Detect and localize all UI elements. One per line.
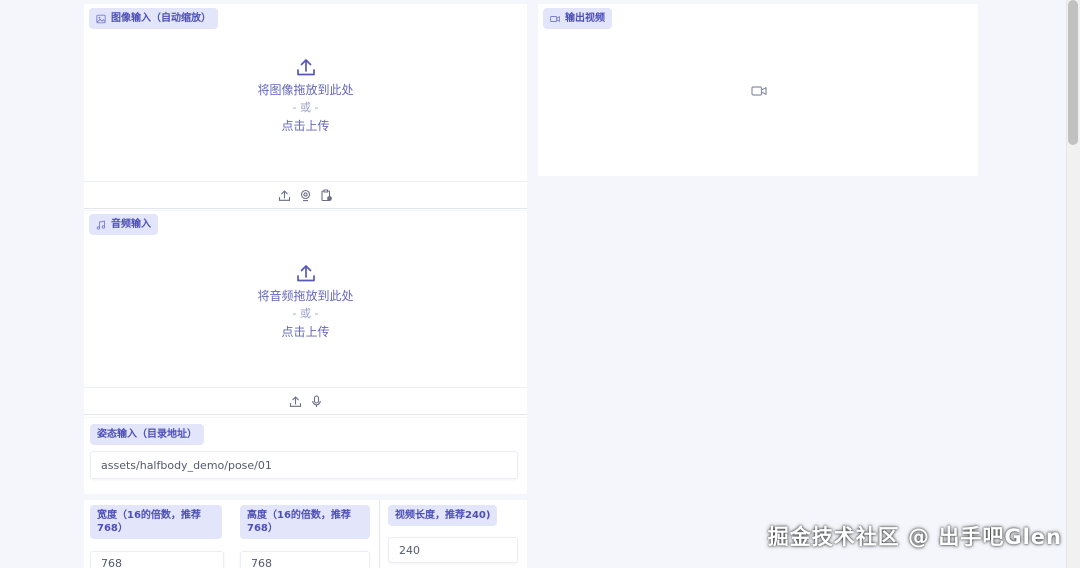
length-input-label-text: 视频长度，推荐240) [395, 510, 491, 521]
upload-source-icon[interactable] [289, 395, 302, 408]
pose-path-value: assets/halfbody_demo/pose/01 [101, 458, 272, 472]
clipboard-source-icon[interactable] [320, 189, 333, 202]
upload-source-icon[interactable] [278, 189, 291, 202]
output-video-label: 输出视频 [543, 8, 612, 29]
column-divider [379, 500, 380, 568]
upload-icon [296, 59, 315, 76]
scrollbar-thumb[interactable] [1068, 0, 1078, 145]
length-input-label: 视频长度，推荐240) [388, 505, 498, 526]
pose-input-panel: 姿态输入（目录地址） assets/halfbody_demo/pose/01 [84, 418, 527, 494]
audio-input-label: 音频输入 [89, 214, 158, 235]
pose-input-label-text: 姿态输入（目录地址） [97, 429, 197, 440]
image-drop-text: 将图像拖放到此处 [257, 83, 354, 97]
audio-source-toolbar [84, 387, 527, 415]
webcam-source-icon[interactable] [299, 189, 312, 202]
watermark: 掘金技术社区 @ 出手吧Glen [767, 525, 1062, 549]
audio-input-panel: 音频输入 将音频拖放到此处 - 或 - 点击上传 [84, 211, 527, 417]
image-input-panel: 图像输入（自动缩放） 将图像拖放到此处 - 或 - 点击上传 [84, 4, 527, 210]
image-icon [96, 14, 106, 24]
width-value: 768 [101, 556, 122, 568]
image-input-label-text: 图像输入（自动缩放） [111, 13, 211, 24]
height-value: 768 [251, 556, 272, 568]
length-input-group: 视频长度，推荐240) 240 [388, 505, 522, 568]
length-field[interactable]: 240 [388, 537, 518, 563]
height-field[interactable]: 768 [240, 551, 370, 568]
upload-icon [296, 265, 315, 282]
length-value: 240 [399, 543, 420, 557]
microphone-source-icon[interactable] [310, 394, 323, 408]
image-source-toolbar [84, 181, 527, 209]
audio-drop-text: 将音频拖放到此处 [257, 289, 354, 303]
height-input-label-text: 高度（16的倍数，推荐768） [247, 510, 351, 534]
audio-drop-zone[interactable]: 将音频拖放到此处 - 或 - 点击上传 [84, 262, 527, 341]
music-icon [96, 219, 106, 230]
image-drop-zone[interactable]: 将图像拖放到此处 - 或 - 点击上传 [84, 56, 527, 135]
width-input-group: 宽度（16的倍数，推荐768） 768 [90, 505, 230, 568]
audio-or-text: - 或 - [292, 307, 319, 320]
page-scrollbar[interactable] [1066, 0, 1080, 568]
pose-input-label: 姿态输入（目录地址） [90, 424, 204, 445]
width-input-label: 宽度（16的倍数，推荐768） [90, 505, 222, 539]
video-placeholder-icon [751, 83, 767, 97]
dimension-row: 宽度（16的倍数，推荐768） 768 高度（16的倍数，推荐768） 768 … [84, 500, 527, 568]
output-video-panel: 输出视频 [538, 4, 978, 176]
output-video-label-text: 输出视频 [565, 13, 605, 24]
height-input-label: 高度（16的倍数，推荐768） [240, 505, 370, 539]
image-input-label: 图像输入（自动缩放） [89, 8, 218, 29]
pose-path-field[interactable]: assets/halfbody_demo/pose/01 [90, 451, 518, 479]
video-icon [550, 14, 560, 24]
width-field[interactable]: 768 [90, 551, 224, 568]
width-input-label-text: 宽度（16的倍数，推荐768） [97, 510, 201, 534]
audio-click-upload-link[interactable]: 点击上传 [281, 323, 329, 341]
image-click-upload-link[interactable]: 点击上传 [281, 117, 329, 135]
height-input-group: 高度（16的倍数，推荐768） 768 [240, 505, 380, 568]
image-or-text: - 或 - [292, 101, 319, 114]
audio-input-label-text: 音频输入 [111, 219, 151, 230]
